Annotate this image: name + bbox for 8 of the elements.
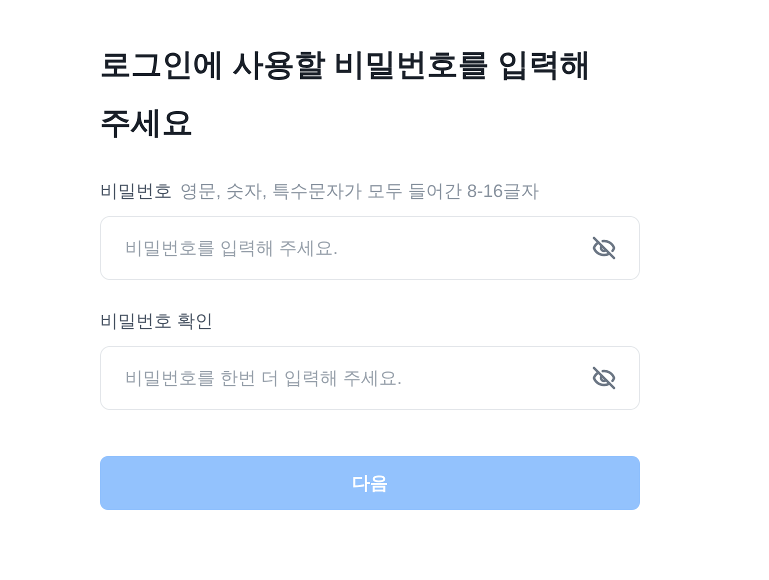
eye-off-icon[interactable] — [592, 236, 616, 260]
field-label: 비밀번호 — [100, 180, 172, 203]
field-label: 비밀번호 확인 — [100, 310, 214, 333]
password-field[interactable]: 비밀번호를 입력해 주세요. — [100, 216, 640, 280]
page-title: 로그인에 사용할 비밀번호를 입력해 주세요 — [100, 46, 592, 142]
password-field[interactable]: 비밀번호를 한번 더 입력해 주세요. — [100, 346, 640, 410]
eye-off-icon[interactable] — [592, 366, 616, 390]
field-hint: 영문, 숫자, 특수문자가 모두 들어간 8-16글자 — [180, 180, 540, 203]
